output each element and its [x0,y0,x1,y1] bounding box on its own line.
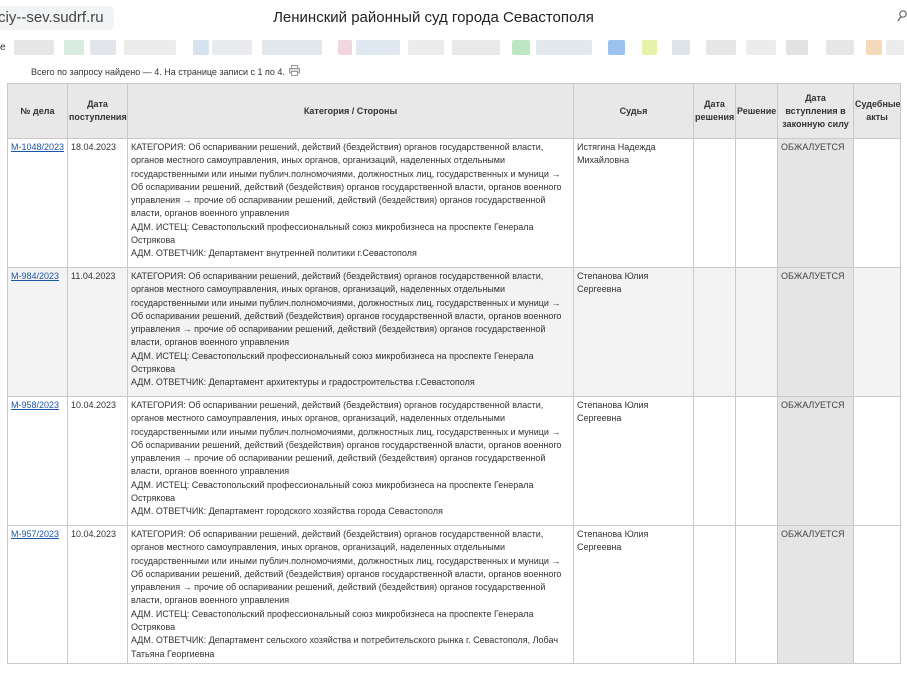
judge-cell: Степанова Юлия Сергеевна [573,396,694,526]
judge-cell: Степанова Юлия Сергеевна [573,525,694,664]
received-date-cell: 18.04.2023 [67,138,128,268]
plaintiff-text: АДМ. ИСТЕЦ: Севастопольский профессионал… [131,479,534,504]
bookmark-item[interactable] [642,40,657,55]
bookmark-item[interactable] [452,40,500,55]
category-text: КАТЕГОРИЯ: Об оспаривании решений, дейст… [131,400,562,477]
header-decision-date[interactable]: Дата решения [693,83,736,139]
bookmark-item[interactable] [786,40,808,55]
case-number-link[interactable]: М-957/2023 [11,529,59,539]
table-row: М-1048/2023 18.04.2023 КАТЕГОРИЯ: Об осп… [7,138,901,268]
case-number-cell: М-1048/2023 [7,138,68,268]
print-icon[interactable] [289,63,300,76]
bookmark-item[interactable] [193,40,209,55]
judicial-acts-cell [853,525,901,664]
bookmark-item[interactable] [608,40,625,55]
header-effective-date[interactable]: Дата вступления в законную силу [777,83,854,139]
header-category-parties[interactable]: Категория / Стороны [127,83,574,139]
header-judicial-acts[interactable]: Судебные акты [853,83,901,139]
case-number-link[interactable]: М-958/2023 [11,400,59,410]
case-number-link[interactable]: М-984/2023 [11,271,59,281]
defendant-text: АДМ. ОТВЕТЧИК: Департамент городского хо… [131,506,443,517]
search-icon[interactable] [897,10,907,26]
bookmark-item[interactable] [408,40,444,55]
bookmark-item[interactable] [356,40,400,55]
category-text: КАТЕГОРИЯ: Об оспаривании решений, дейст… [131,271,562,348]
defendant-text: АДМ. ОТВЕТЧИК: Департамент сельского хоз… [131,635,559,659]
bookmark-item[interactable] [746,40,776,55]
table-header-row: № дела Дата поступления Категория / Стор… [7,83,901,139]
defendant-text: АДМ. ОТВЕТЧИК: Департамент внутренней по… [131,248,417,259]
header-received-date[interactable]: Дата поступления [67,83,128,139]
decision-cell [735,267,778,397]
header-case-number[interactable]: № дела [7,83,68,139]
case-number-cell: М-957/2023 [7,525,68,664]
results-summary: Всего по запросу найдено — 4. На страниц… [31,67,285,77]
decision-cell [735,525,778,664]
judicial-acts-cell [853,138,901,268]
page-title: Ленинский районный суд города Севастопол… [273,9,594,26]
plaintiff-text: АДМ. ИСТЕЦ: Севастопольский профессионал… [131,350,534,375]
received-date-cell: 11.04.2023 [67,267,128,397]
bookmark-item[interactable] [262,40,322,55]
bookmark-item[interactable] [866,40,882,55]
case-number-cell: М-958/2023 [7,396,68,526]
decision-date-cell [693,396,736,526]
bookmark-item[interactable] [338,40,352,55]
table-row: М-958/2023 10.04.2023 КАТЕГОРИЯ: Об оспа… [7,396,901,526]
decision-date-cell [693,267,736,397]
received-date-cell: 10.04.2023 [67,396,128,526]
judge-cell: Степанова Юлия Сергеевна [573,267,694,397]
bookmark-item[interactable] [672,40,690,55]
bookmark-item[interactable] [212,40,252,55]
category-parties-cell: КАТЕГОРИЯ: Об оспаривании решений, дейст… [127,525,574,664]
header-decision[interactable]: Решение [735,83,778,139]
received-date-cell: 10.04.2023 [67,525,128,664]
effective-date-cell: ОБЖАЛУЕТСЯ [777,396,854,526]
bookmark-item[interactable] [64,40,84,55]
bookmark-item[interactable] [512,40,530,55]
browser-title-bar: ciy--sev.sudrf.ru Ленинский районный суд… [0,0,907,38]
category-parties-cell: КАТЕГОРИЯ: Об оспаривании решений, дейст… [127,267,574,397]
decision-cell [735,138,778,268]
effective-date-cell: ОБЖАЛУЕТСЯ [777,267,854,397]
category-text: КАТЕГОРИЯ: Об оспаривании решений, дейст… [131,529,562,606]
judicial-acts-cell [853,396,901,526]
plaintiff-text: АДМ. ИСТЕЦ: Севастопольский профессионал… [131,608,534,633]
table-row: М-984/2023 11.04.2023 КАТЕГОРИЯ: Об оспа… [7,267,901,397]
bookmark-item[interactable] [14,40,54,55]
bookmark-item[interactable] [886,40,904,55]
case-number-cell: М-984/2023 [7,267,68,397]
effective-date-cell: ОБЖАЛУЕТСЯ [777,138,854,268]
judicial-acts-cell [853,267,901,397]
category-parties-cell: КАТЕГОРИЯ: Об оспаривании решений, дейст… [127,138,574,268]
bookmark-item[interactable] [706,40,736,55]
bookmark-item[interactable] [536,40,592,55]
bookmarks-label: е [0,42,6,53]
plaintiff-text: АДМ. ИСТЕЦ: Севастопольский профессионал… [131,221,534,246]
case-number-link[interactable]: М-1048/2023 [11,142,64,152]
bookmark-item[interactable] [90,40,116,55]
table-row: М-957/2023 10.04.2023 КАТЕГОРИЯ: Об оспа… [7,525,901,664]
cases-table: № дела Дата поступления Категория / Стор… [7,83,901,664]
judge-cell: Истягина Надежда Михайловна [573,138,694,268]
bookmark-item[interactable] [826,40,854,55]
category-parties-cell: КАТЕГОРИЯ: Об оспаривании решений, дейст… [127,396,574,526]
effective-date-cell: ОБЖАЛУЕТСЯ [777,525,854,664]
header-judge[interactable]: Судья [573,83,694,139]
decision-date-cell [693,525,736,664]
decision-cell [735,396,778,526]
bookmark-item[interactable] [124,40,176,55]
decision-date-cell [693,138,736,268]
defendant-text: АДМ. ОТВЕТЧИК: Департамент архитектуры и… [131,377,475,388]
category-text: КАТЕГОРИЯ: Об оспаривании решений, дейст… [131,142,562,219]
